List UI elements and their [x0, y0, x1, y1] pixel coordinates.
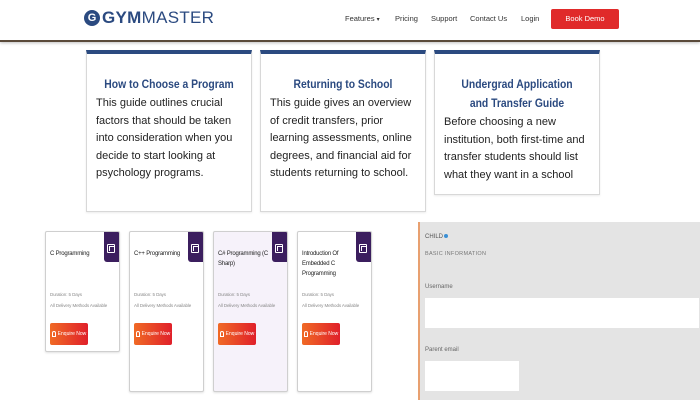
guide-card-undergrad-transfer[interactable]: Undergrad Application and Transfer Guide…	[434, 50, 600, 195]
nav-features[interactable]: Features ▾	[345, 14, 380, 23]
phone-icon	[135, 331, 140, 337]
course-icon	[359, 244, 367, 253]
course-delivery: All Delivery Methods Available	[302, 303, 360, 308]
phone-icon	[303, 331, 308, 337]
course-badge	[188, 232, 203, 262]
course-duration: Duration: 5 Days	[134, 292, 166, 297]
guide-card-returning-to-school[interactable]: Returning to School This guide gives an …	[260, 50, 426, 212]
logo-text-gym: GYM	[102, 8, 142, 27]
parent-email-field[interactable]	[425, 361, 519, 391]
username-label: Username	[425, 284, 453, 290]
course-delivery: All Delivery Methods Available	[134, 303, 192, 308]
course-title: C# Programming (C Sharp)	[218, 251, 268, 267]
parent-email-label: Parent email	[425, 347, 459, 353]
nav-support[interactable]: Support	[431, 14, 457, 23]
enquire-now-button[interactable]: Enquire Now	[134, 323, 172, 345]
course-card-c[interactable]: C Programming Duration: 5 Days All Deliv…	[45, 231, 120, 352]
chevron-down-icon: ▾	[376, 17, 380, 23]
site-header: G GYM MASTER Features ▾ Pricing Support C…	[0, 0, 700, 42]
course-badge	[104, 232, 119, 262]
guide-body: Before choosing a new institution, both …	[444, 116, 585, 181]
form-heading: CHILD	[425, 234, 449, 240]
guide-title: Returning to School	[293, 79, 393, 91]
course-duration: Duration: 5 Days	[218, 292, 250, 297]
gymmaster-logo[interactable]: G GYM MASTER	[84, 8, 215, 27]
enquire-now-button[interactable]: Enquire Now	[218, 323, 256, 345]
guide-card-choose-program[interactable]: How to Choose a Program This guide outli…	[86, 50, 252, 212]
book-demo-button[interactable]: Book Demo	[551, 9, 619, 29]
course-delivery: All Delivery Methods Available	[50, 303, 108, 308]
course-title: C Programming	[50, 251, 90, 257]
course-card-cpp[interactable]: C++ Programming Duration: 5 Days All Del…	[129, 231, 204, 392]
enquire-now-button[interactable]: Enquire Now	[50, 323, 88, 345]
course-badge	[356, 232, 371, 262]
nav-login[interactable]: Login	[521, 14, 539, 23]
course-card-embedded-c[interactable]: Introduction Of Embedded C Programming D…	[297, 231, 372, 392]
phone-icon	[219, 331, 224, 337]
phone-icon	[51, 331, 56, 337]
logo-icon: G	[84, 10, 100, 26]
course-badge	[272, 232, 287, 262]
guide-body: This guide outlines crucial factors that…	[96, 97, 233, 179]
child-info-form: CHILD BASIC INFORMATION Username Parent …	[418, 222, 700, 400]
course-delivery: All Delivery Methods Available	[218, 303, 276, 308]
guide-title: Undergrad Application and Transfer Guide	[461, 79, 573, 110]
username-field[interactable]	[425, 298, 699, 328]
course-icon	[191, 244, 199, 253]
enquire-now-button[interactable]: Enquire Now	[302, 323, 340, 345]
course-title: C++ Programming	[134, 251, 181, 257]
guide-title: How to Choose a Program	[104, 79, 234, 91]
nav-pricing[interactable]: Pricing	[395, 14, 418, 23]
course-icon	[107, 244, 115, 253]
course-title: Introduction Of Embedded C Programming	[302, 251, 339, 277]
info-icon	[444, 234, 449, 239]
course-duration: Duration: 5 Days	[302, 292, 334, 297]
logo-text-master: MASTER	[141, 8, 215, 27]
form-subheading: BASIC INFORMATION	[425, 251, 487, 257]
course-icon	[275, 244, 283, 253]
course-card-csharp[interactable]: C# Programming (C Sharp) Duration: 5 Day…	[213, 231, 288, 392]
nav-contact-us[interactable]: Contact Us	[470, 14, 507, 23]
guide-body: This guide gives an overview of credit t…	[270, 97, 412, 179]
course-duration: Duration: 5 Days	[50, 292, 82, 297]
